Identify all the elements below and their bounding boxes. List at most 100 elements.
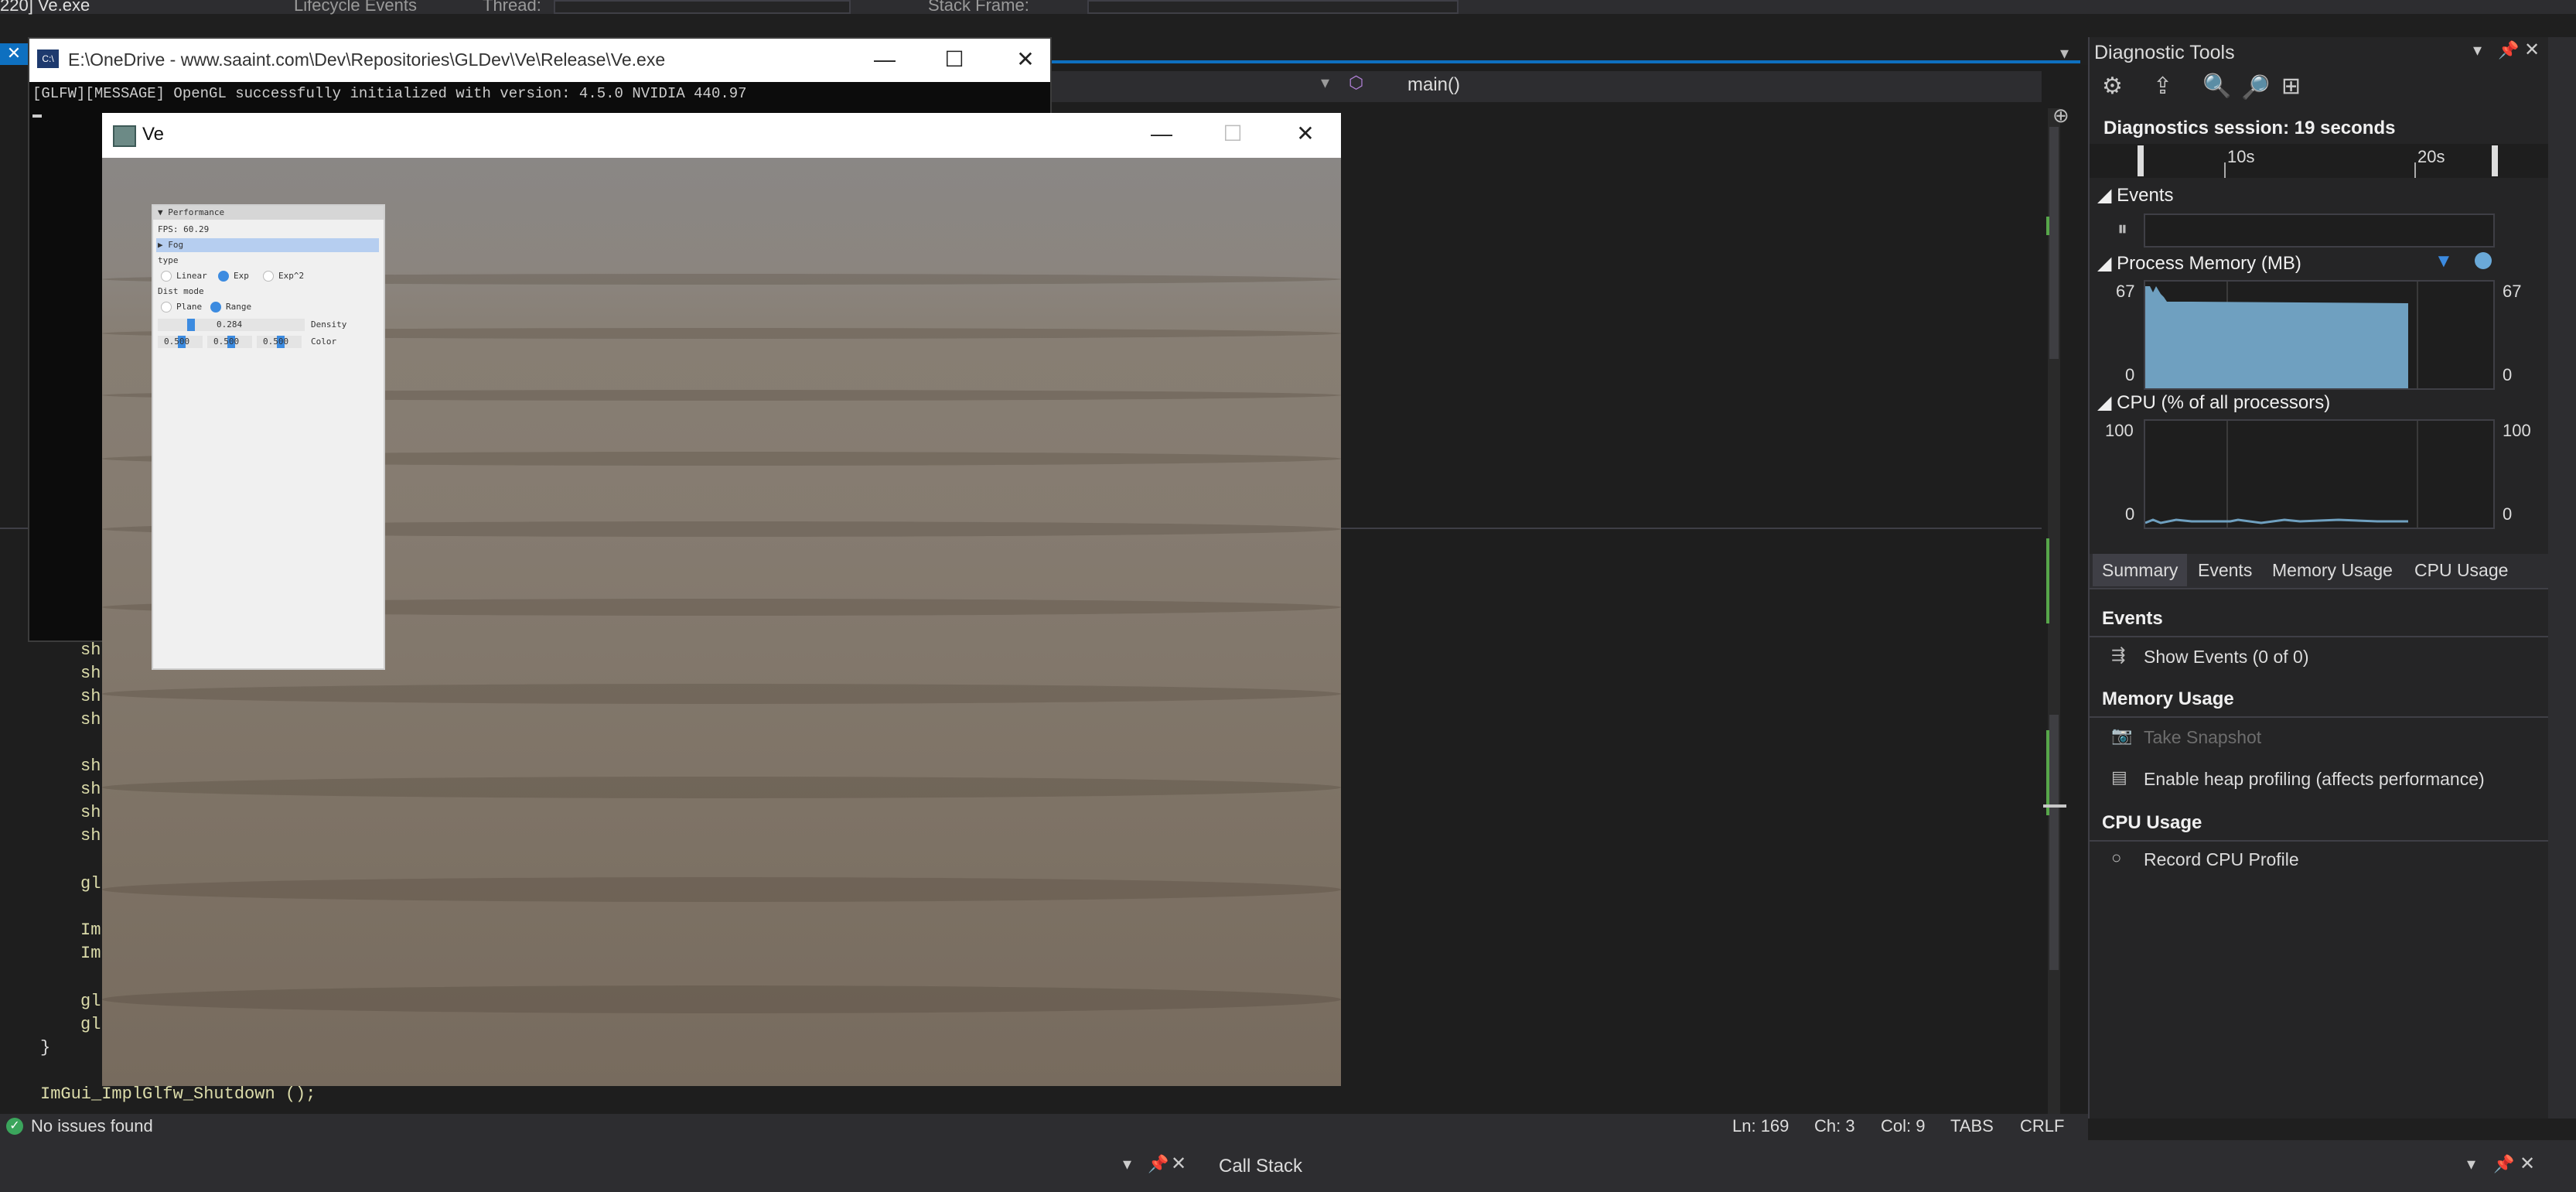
record-cpu-profile-button[interactable]: Record CPU Profile (2144, 849, 2299, 870)
thread-dropdown[interactable] (554, 0, 851, 14)
console-maximize-button[interactable]: ☐ (939, 48, 970, 71)
editor-status-bar: ✓ No issues found Ln: 169 Ch: 3 Col: 9 T… (0, 1114, 2088, 1140)
right-tool-strip[interactable] (2548, 37, 2576, 1119)
issues-status[interactable]: No issues found (31, 1116, 153, 1136)
timeline-start-handle[interactable] (2138, 145, 2144, 176)
take-snapshot-button[interactable]: Take Snapshot (2144, 727, 2261, 748)
fog-tree-node[interactable]: ▶ Fog (158, 240, 183, 250)
zoom-out-icon[interactable]: 🔎 (2241, 74, 2270, 101)
enable-heap-profiling-button[interactable]: Enable heap profiling (affects performan… (2144, 769, 2485, 790)
performance-header[interactable]: ▼ Performance (158, 207, 224, 217)
call-stack-title[interactable]: Call Stack (1219, 1156, 1302, 1177)
split-icon[interactable]: ⊕ (2052, 104, 2069, 128)
type-option-linear[interactable]: Linear (161, 271, 207, 282)
pause-icon[interactable]: ⏸ (2117, 217, 2127, 241)
indent-mode[interactable]: TABS (1950, 1116, 1994, 1136)
diagnostic-tools-panel: Diagnostic Tools ▾ 📌 ✕ ⚙ ⇪ 🔍 🔎 ⊞ Diagnos… (2088, 37, 2550, 1119)
chevron-down-icon[interactable]: ▾ (1321, 73, 1329, 93)
stack-frame-dropdown[interactable] (1087, 0, 1459, 14)
change-marker (2046, 217, 2049, 235)
type-label: type (158, 255, 179, 265)
scrollbar-thumb-bottom[interactable] (2049, 715, 2059, 970)
debug-toolbar: 220] Ve.exe Lifecycle Events Thread: Sta… (0, 0, 2576, 15)
ve-minimize-button[interactable]: — (1146, 122, 1177, 145)
chevron-down-icon[interactable]: ▾ (2467, 1154, 2475, 1174)
timeline-tick-label: 10s (2227, 147, 2255, 166)
tick-mark (2414, 162, 2416, 178)
line-number[interactable]: Ln: 169 (1732, 1116, 1789, 1136)
pin-icon[interactable]: 📌 (2498, 40, 2519, 60)
close-icon[interactable]: ✕ (2520, 1153, 2535, 1175)
console-minimize-button[interactable]: — (869, 48, 900, 71)
pin-icon[interactable]: 📌 (1148, 1154, 1169, 1174)
events-track[interactable] (2144, 213, 2495, 248)
tab-summary[interactable]: Summary (2093, 554, 2188, 586)
tab-cpu-usage[interactable]: CPU Usage (2414, 554, 2508, 586)
ve-title: Ve (142, 124, 165, 145)
density-label: Density (311, 319, 347, 330)
cpu-axis-max: 100 (2105, 421, 2134, 440)
timeline-end-handle[interactable] (2492, 145, 2498, 176)
zoom-in-icon[interactable]: 🔍 (2202, 73, 2231, 100)
column-number[interactable]: Col: 9 (1881, 1116, 1925, 1136)
tab-overflow-icon[interactable]: ▾ (2060, 43, 2069, 63)
tab-events[interactable]: Events (2198, 554, 2252, 586)
nav-function-label[interactable]: main() (1407, 74, 1460, 96)
ve-titlebar[interactable]: Ve — ☐ ✕ (102, 113, 1341, 158)
editor-gutter (0, 65, 23, 1114)
ve-close-button[interactable]: ✕ (1290, 122, 1321, 145)
color-b-value: 0.500 (263, 336, 289, 347)
show-events-link[interactable]: Show Events (0 of 0) (2144, 647, 2309, 668)
line-ending[interactable]: CRLF (2020, 1116, 2064, 1136)
pin-icon[interactable]: 📌 (2493, 1154, 2514, 1174)
check-icon: ✓ (6, 1118, 23, 1135)
imgui-performance-panel[interactable]: ▼ Performance FPS: 60.29 ▶ Fog type Line… (152, 204, 385, 670)
color-r-slider[interactable]: 0.500 (158, 336, 203, 348)
type-option-label: Exp (234, 271, 249, 281)
scrollbar-thumb-top[interactable] (2049, 127, 2059, 359)
camera-icon: 📷 (2111, 726, 2133, 745)
dune-ridge (102, 877, 1341, 902)
memory-chart-svg (2145, 282, 2418, 388)
cpu-axis-min: 0 (2125, 504, 2135, 524)
cpu-chart[interactable] (2144, 419, 2495, 529)
lifecycle-events-label[interactable]: Lifecycle Events (294, 0, 417, 15)
char-number[interactable]: Ch: 3 (1814, 1116, 1855, 1136)
reset-zoom-icon[interactable]: ⊞ (2281, 73, 2301, 100)
export-icon[interactable]: ⇪ (2153, 73, 2172, 100)
divider (2090, 716, 2550, 718)
navigation-bar[interactable]: ▾ ⬡ main() (1052, 71, 2042, 102)
ve-maximize-button[interactable]: ☐ (1217, 122, 1248, 145)
panel-header[interactable]: ▼ Performance (153, 206, 384, 220)
close-icon[interactable]: ✕ (0, 43, 28, 65)
chevron-down-icon[interactable]: ▾ (1123, 1154, 1131, 1174)
tick-mark (2224, 162, 2226, 178)
type-option-exp2[interactable]: Exp^2 (263, 271, 304, 282)
memory-chart[interactable] (2144, 280, 2495, 390)
settings-gear-icon[interactable]: ⚙ (2102, 73, 2123, 100)
slider-grab[interactable] (187, 319, 195, 331)
color-b-slider[interactable]: 0.500 (257, 336, 302, 348)
console-close-button[interactable]: ✕ (1010, 48, 1041, 71)
color-g-slider[interactable]: 0.500 (207, 336, 252, 348)
dist-option-plane[interactable]: Plane (161, 302, 202, 313)
record-icon: ○ (2111, 848, 2122, 867)
memory-axis-max-right: 67 (2503, 282, 2522, 301)
console-titlebar[interactable]: C:\ E:\OneDrive - www.saaint.com\Dev\Rep… (29, 39, 1050, 82)
close-icon[interactable]: ✕ (2524, 39, 2540, 61)
tab-memory-usage[interactable]: Memory Usage (2272, 554, 2393, 586)
type-option-exp[interactable]: Exp (218, 271, 249, 282)
close-icon[interactable]: ✕ (1171, 1153, 1186, 1175)
cpu-usage-header: CPU Usage (2102, 812, 2202, 833)
memory-section-header[interactable]: ◢ Process Memory (MB) (2097, 252, 2301, 275)
timeline-ruler[interactable]: 10s 20s (2090, 144, 2550, 178)
process-label[interactable]: 220] Ve.exe (0, 0, 90, 15)
density-slider[interactable]: 0.284 (158, 319, 305, 331)
cpu-section-header[interactable]: ◢ CPU (% of all processors) (2097, 391, 2330, 414)
stack-frame-label: Stack Frame: (928, 0, 1029, 15)
dune-ridge (102, 985, 1341, 1013)
events-section-header[interactable]: ◢ Events (2097, 184, 2174, 207)
fog-tree-node-bg[interactable] (156, 238, 379, 252)
dist-option-range[interactable]: Range (210, 302, 251, 313)
chevron-down-icon[interactable]: ▾ (2473, 40, 2482, 60)
